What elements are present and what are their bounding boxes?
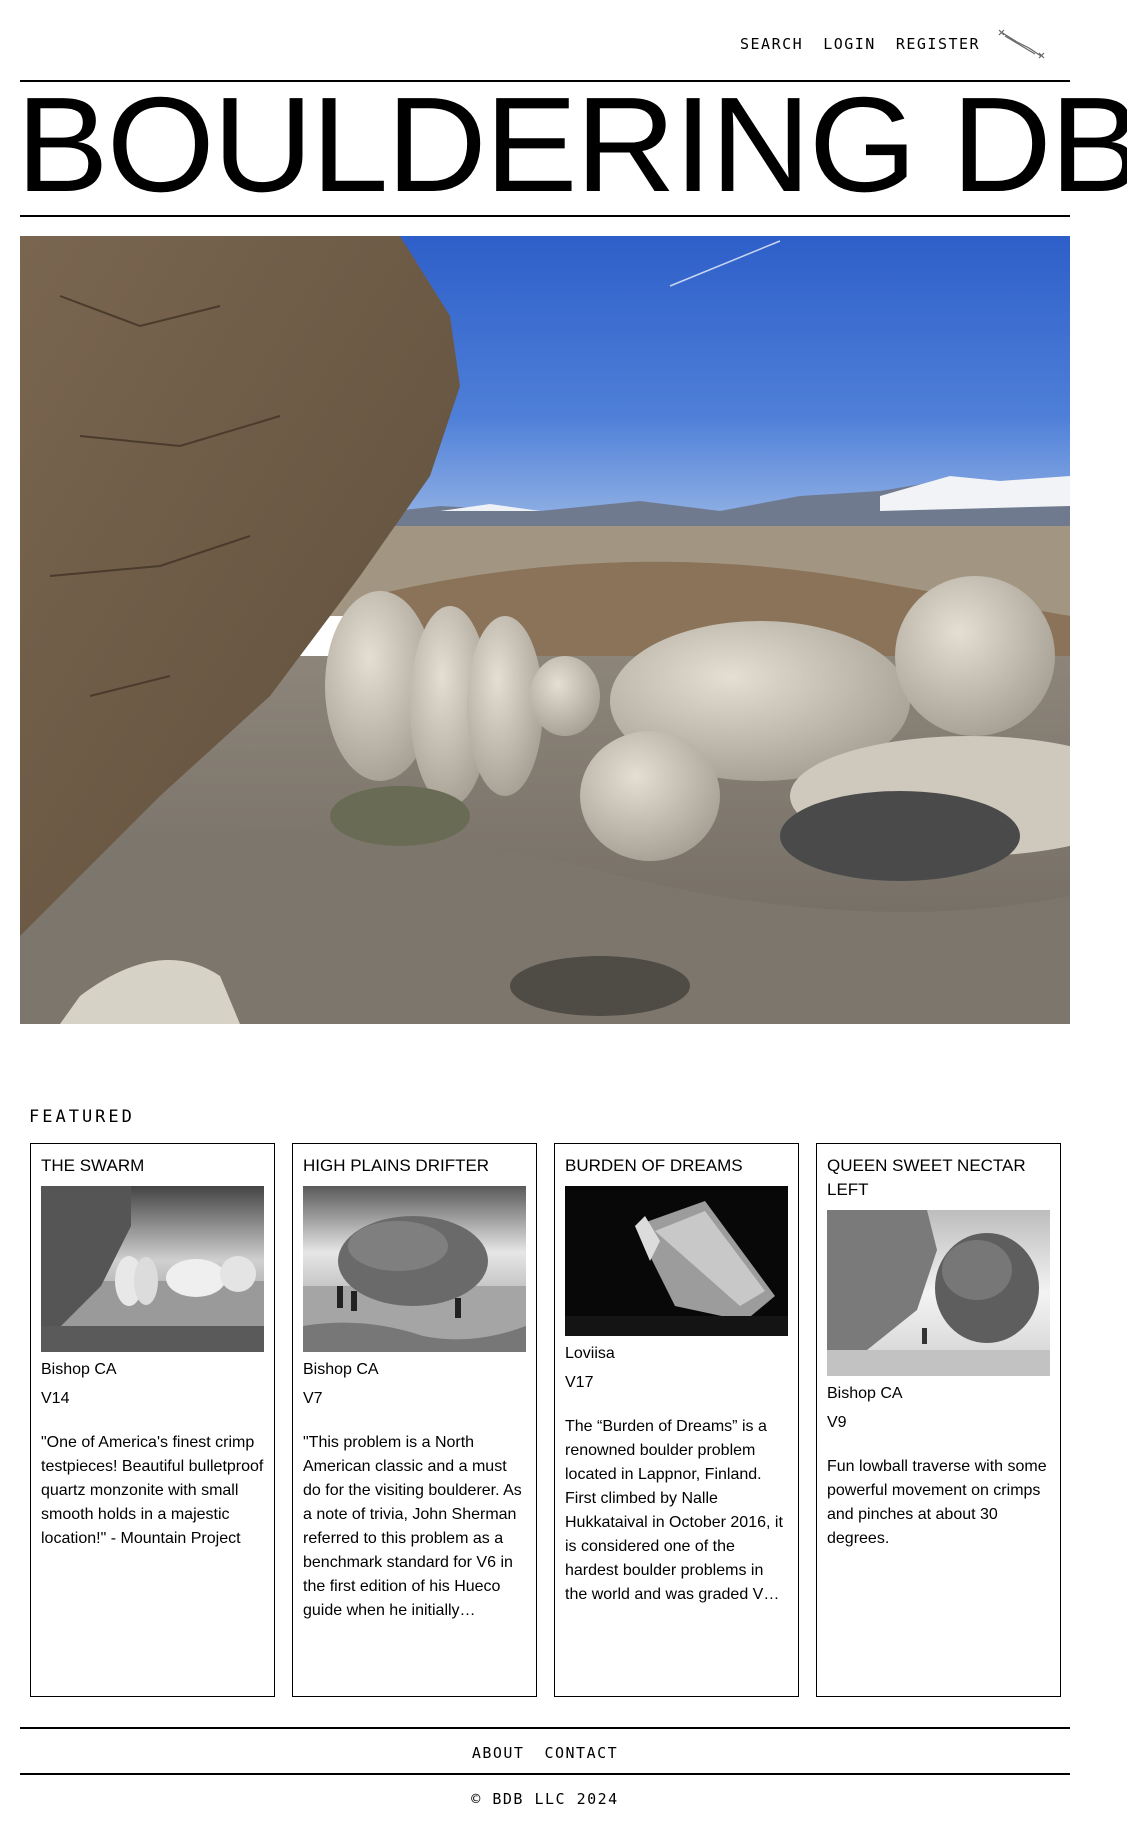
- footer-navigation: ABOUT CONTACT: [0, 1744, 1090, 1762]
- header-bottom-rule: [20, 215, 1070, 217]
- featured-card-queen-sweet-nectar-left[interactable]: QUEEN SWEET NECTAR LEFT Bishop CA V9 Fun…: [816, 1143, 1061, 1697]
- footer-top-rule: [20, 1727, 1070, 1729]
- top-navigation: SEARCH LOGIN REGISTER: [740, 34, 980, 54]
- about-link[interactable]: ABOUT: [472, 1744, 525, 1762]
- register-link[interactable]: REGISTER: [896, 34, 980, 54]
- card-title[interactable]: THE SWARM: [41, 1154, 264, 1178]
- footer-bottom-rule: [20, 1773, 1070, 1775]
- featured-card-burden-of-dreams[interactable]: BURDEN OF DREAMS Loviisa V17 The “Burden…: [554, 1143, 799, 1697]
- card-location: Bishop CA: [41, 1361, 117, 1378]
- card-grade: V17: [565, 1374, 594, 1391]
- featured-cards: THE SWARM Bishop CA V14 "One of America'…: [30, 1143, 1061, 1697]
- card-description: Fun lowball traverse with some powerful …: [827, 1458, 1047, 1547]
- card-title[interactable]: QUEEN SWEET NECTAR LEFT: [827, 1154, 1050, 1202]
- login-link[interactable]: LOGIN: [823, 34, 876, 54]
- featured-heading: FEATURED: [29, 1107, 135, 1127]
- card-description: "One of America's finest crimp testpiece…: [41, 1434, 264, 1547]
- card-description: The “Burden of Dreams” is a renowned bou…: [565, 1418, 783, 1603]
- constellation-icon[interactable]: [995, 26, 1047, 62]
- card-location: Bishop CA: [827, 1385, 903, 1402]
- card-image[interactable]: [41, 1186, 264, 1352]
- card-grade: V9: [827, 1414, 847, 1431]
- site-title[interactable]: BOULDERING DB: [16, 77, 1127, 212]
- hero-image: [20, 236, 1070, 1024]
- search-link[interactable]: SEARCH: [740, 34, 803, 54]
- card-description: "This problem is a North American classi…: [303, 1434, 522, 1619]
- card-image[interactable]: [827, 1210, 1050, 1376]
- card-title[interactable]: BURDEN OF DREAMS: [565, 1154, 788, 1178]
- contact-link[interactable]: CONTACT: [544, 1744, 618, 1762]
- card-image[interactable]: [565, 1186, 788, 1336]
- copyright-text: © BDB LLC 2024: [471, 1790, 619, 1808]
- featured-card-the-swarm[interactable]: THE SWARM Bishop CA V14 "One of America'…: [30, 1143, 275, 1697]
- card-title[interactable]: HIGH PLAINS DRIFTER: [303, 1154, 526, 1178]
- card-image[interactable]: [303, 1186, 526, 1352]
- card-grade: V7: [303, 1390, 323, 1407]
- card-location: Loviisa: [565, 1345, 615, 1362]
- featured-card-high-plains-drifter[interactable]: HIGH PLAINS DRIFTER Bishop CA V7 "This p…: [292, 1143, 537, 1697]
- card-grade: V14: [41, 1390, 70, 1407]
- card-location: Bishop CA: [303, 1361, 379, 1378]
